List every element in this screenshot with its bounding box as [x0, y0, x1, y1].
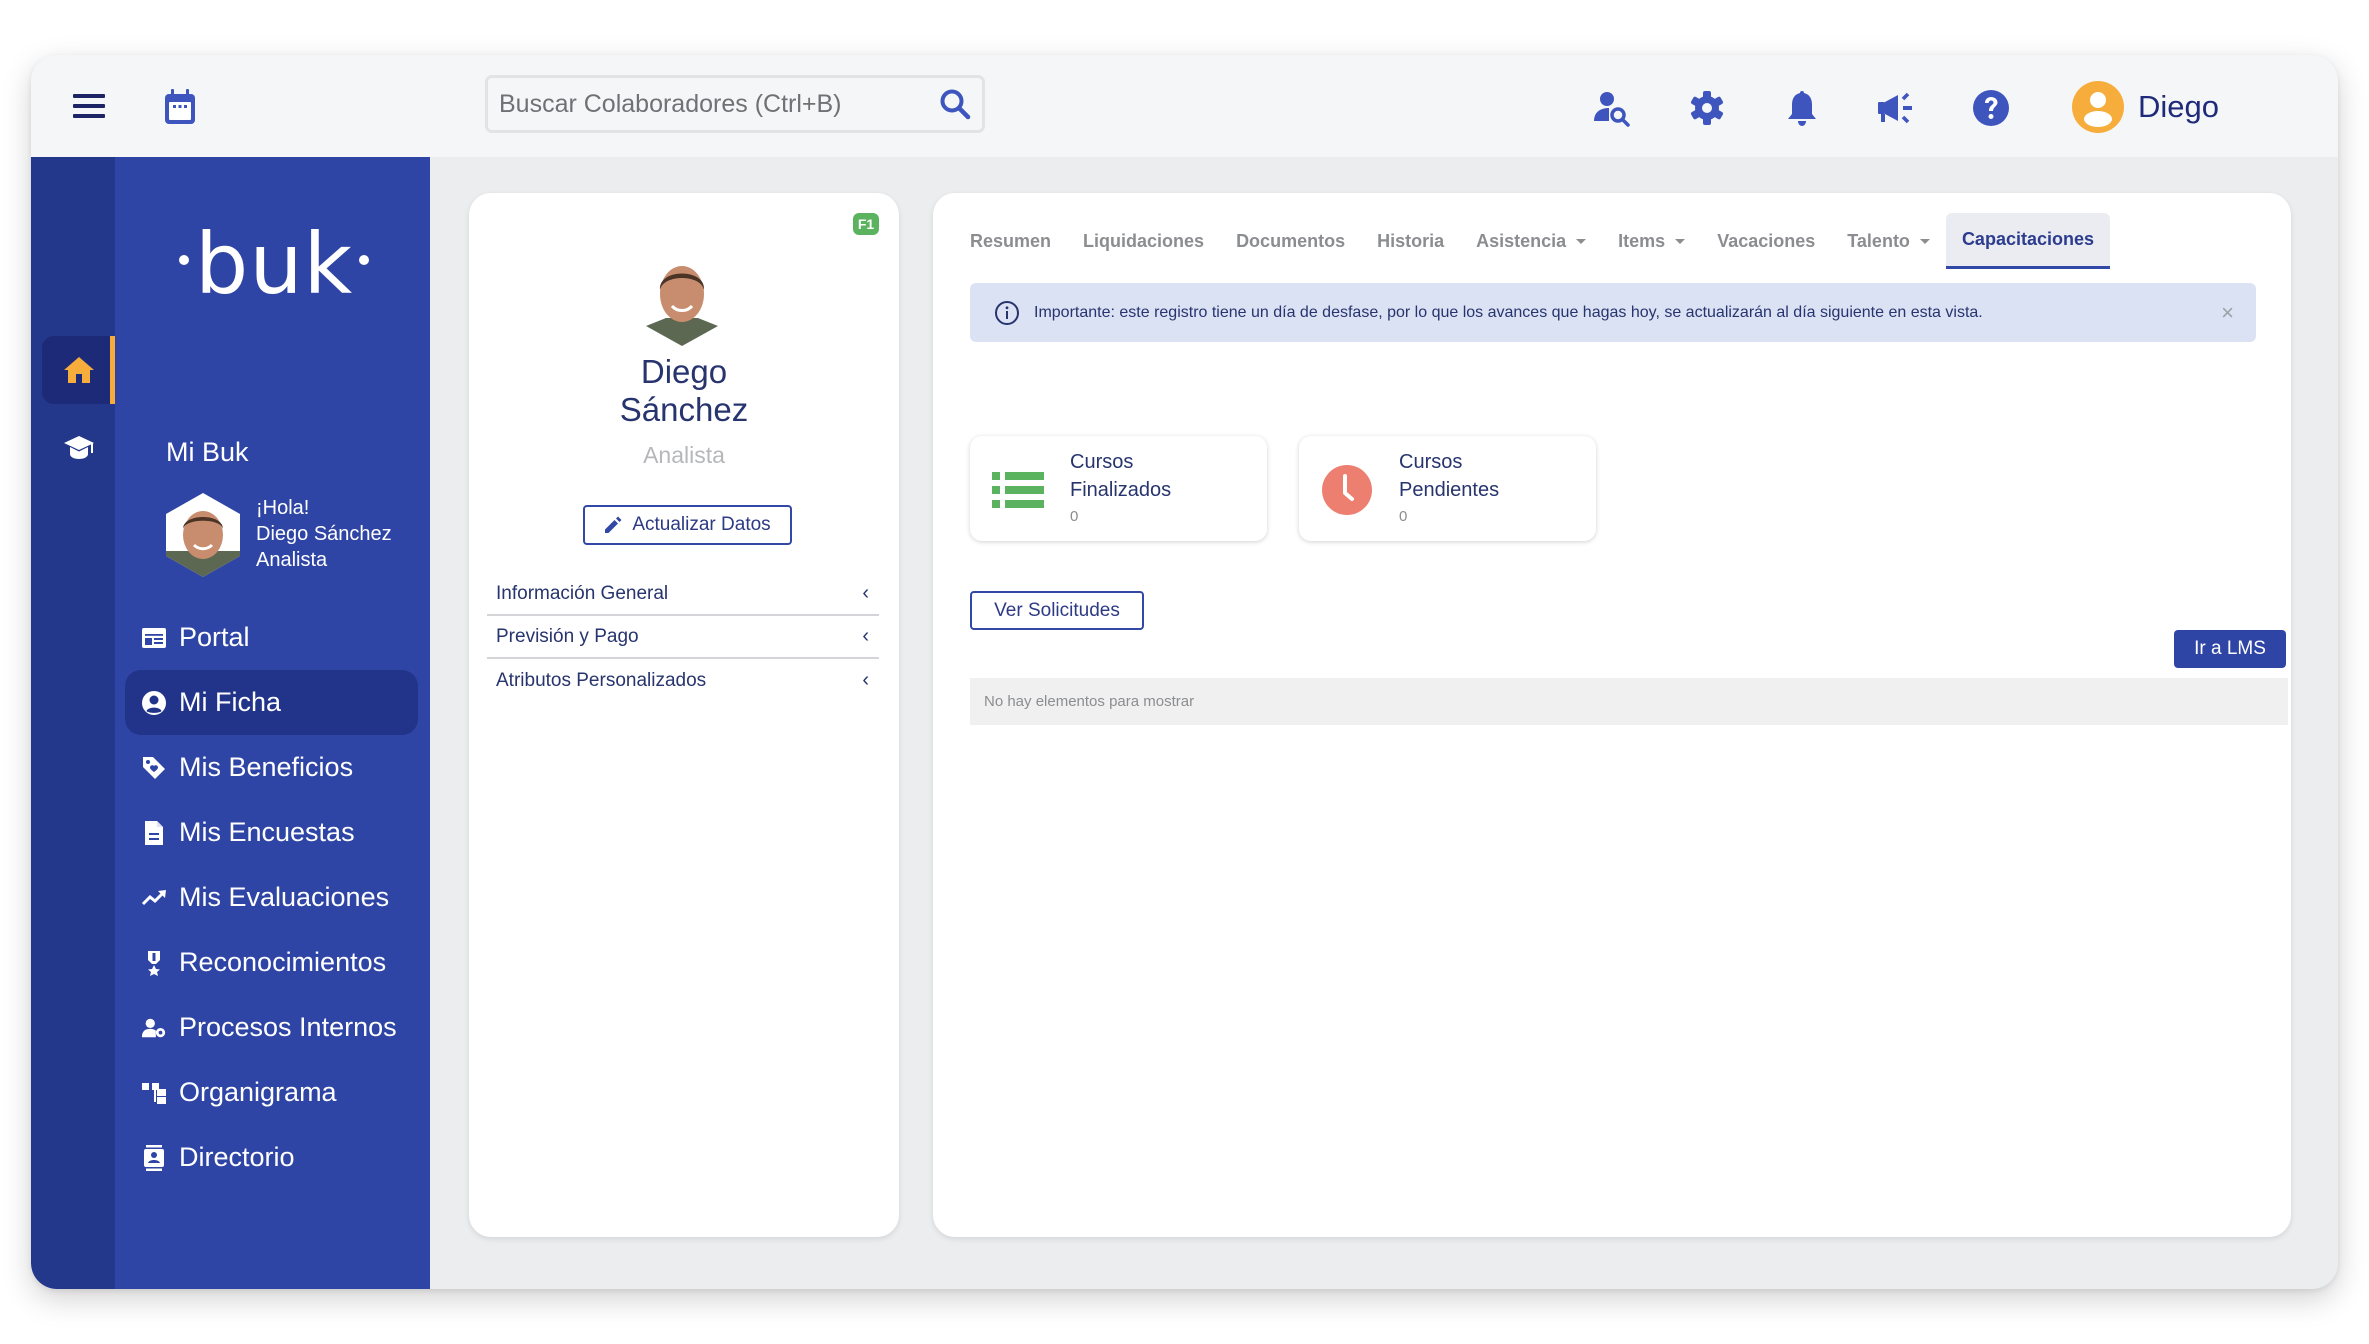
profile-role: Analista [643, 442, 725, 468]
section-atributos-personalizados[interactable]: Atributos Personalizados ‹ [487, 659, 879, 702]
sidebar-item-procesos-internos[interactable]: Procesos Internos [125, 995, 418, 1060]
list-icon [992, 472, 1044, 508]
help-icon[interactable] [1971, 88, 2011, 128]
alert-text: Importante: este registro tiene un día d… [1034, 303, 1983, 321]
f1-badge: F1 [853, 213, 879, 235]
user-gear-icon [141, 1018, 166, 1037]
tab-historia[interactable]: Historia [1361, 213, 1460, 269]
document-icon [145, 820, 163, 845]
top-header: Diego [31, 55, 2338, 157]
tab-vacaciones[interactable]: Vacaciones [1701, 213, 1831, 269]
home-icon [63, 357, 94, 383]
user-full-name: Diego Sánchez [256, 523, 392, 545]
section-title: Mi Buk [166, 437, 249, 467]
tab-resumen[interactable]: Resumen [954, 213, 1067, 269]
org-chart-icon [142, 1082, 166, 1104]
search-icon[interactable] [938, 87, 972, 121]
profile-name: Diego Sánchez [619, 353, 749, 428]
profile-card: F1 Diego Sánchez Analista Actualizar Dat… [469, 193, 899, 1237]
user-menu[interactable]: Diego [2072, 81, 2219, 133]
medal-icon [148, 950, 160, 976]
sidebar-item-portal[interactable]: Portal [125, 605, 418, 670]
sidebar-greeting: ¡Hola! Diego Sánchez Analista [256, 495, 392, 573]
sidebar-profile: ¡Hola! Diego Sánchez Analista [166, 493, 392, 577]
sidebar-item-mis-evaluaciones[interactable]: Mis Evaluaciones [125, 865, 418, 930]
chevron-left-icon: ‹ [862, 625, 869, 647]
search-box [485, 75, 985, 133]
clock-icon [1322, 465, 1372, 515]
info-icon [995, 300, 1019, 325]
sidebar-item-mi-ficha[interactable]: Mi Ficha [125, 670, 418, 735]
greeting-text: ¡Hola! [256, 497, 310, 519]
search-input[interactable] [499, 89, 938, 119]
profile-tabs: Resumen Liquidaciones Documentos Histori… [954, 213, 2110, 269]
info-alert: Importante: este registro tiene un día d… [970, 283, 2256, 342]
stat-cursos-pendientes: Cursos Pendientes 0 [1299, 436, 1596, 541]
tab-items[interactable]: Items [1602, 213, 1701, 269]
sidebar-item-organigrama[interactable]: Organigrama [125, 1060, 418, 1125]
rail-learning[interactable] [42, 413, 115, 481]
tab-talento[interactable]: Talento [1831, 213, 1946, 269]
user-role: Analista [256, 549, 328, 571]
avatar [166, 493, 240, 577]
caret-down-icon [1919, 238, 1930, 244]
contact-book-icon [144, 1144, 164, 1171]
stat-label: Cursos Finalizados [1070, 451, 1172, 501]
graduation-cap-icon [63, 436, 94, 459]
profile-photo [646, 266, 718, 346]
ver-solicitudes-button[interactable]: Ver Solicitudes [970, 591, 1144, 630]
trend-up-icon [141, 889, 166, 905]
user-search-icon[interactable] [1592, 88, 1632, 128]
sidebar-nav: Portal Mi Ficha Mis Beneficios Mis Encue… [125, 605, 418, 1190]
megaphone-icon[interactable] [1876, 88, 1916, 128]
portal-icon [142, 627, 166, 648]
tab-documentos[interactable]: Documentos [1220, 213, 1361, 269]
stat-value: 0 [1070, 508, 1079, 525]
sidebar-item-reconocimientos[interactable]: Reconocimientos [125, 930, 418, 995]
tag-heart-icon [143, 756, 165, 779]
rail-home[interactable] [42, 336, 115, 404]
app-rail [31, 157, 115, 1289]
caret-down-icon [1675, 238, 1686, 244]
app-window: Diego buk Mi Buk [31, 55, 2338, 1289]
ir-a-lms-button[interactable]: Ir a LMS [2174, 630, 2286, 668]
update-data-button[interactable]: Actualizar Datos [583, 505, 792, 545]
sidebar-item-directorio[interactable]: Directorio [125, 1125, 418, 1190]
section-prevision-pago[interactable]: Previsión y Pago ‹ [487, 616, 879, 659]
sidebar-item-mis-encuestas[interactable]: Mis Encuestas [125, 800, 418, 865]
user-circle-icon [142, 690, 166, 715]
section-informacion-general[interactable]: Información General ‹ [487, 573, 879, 616]
user-name: Diego [2138, 89, 2219, 124]
tab-capacitaciones[interactable]: Capacitaciones [1945, 213, 2110, 269]
caret-down-icon [1576, 238, 1587, 244]
stat-label: Cursos Pendientes [1399, 451, 1500, 501]
main-content-card: Resumen Liquidaciones Documentos Histori… [933, 193, 2291, 1237]
user-avatar-icon [2072, 81, 2124, 133]
bell-icon[interactable] [1782, 88, 1822, 128]
profile-sections: Información General ‹ Previsión y Pago ‹… [487, 573, 879, 702]
calendar-icon[interactable] [163, 88, 197, 126]
stat-cursos-finalizados: Cursos Finalizados 0 [970, 436, 1267, 541]
tab-asistencia[interactable]: Asistencia [1460, 213, 1602, 269]
sidebar: buk Mi Buk ¡Hola! Diego Sánchez Analista [115, 157, 430, 1289]
menu-icon[interactable] [73, 94, 105, 120]
stat-value: 0 [1399, 508, 1408, 525]
buk-logo[interactable]: buk [173, 215, 375, 313]
tab-liquidaciones[interactable]: Liquidaciones [1067, 213, 1220, 269]
close-icon[interactable]: × [2221, 300, 2234, 326]
pencil-icon [605, 516, 622, 533]
chevron-left-icon: ‹ [862, 582, 869, 604]
gear-icon[interactable] [1687, 88, 1727, 128]
empty-table-row: No hay elementos para mostrar [970, 678, 2288, 725]
chevron-left-icon: ‹ [862, 669, 869, 691]
sidebar-item-mis-beneficios[interactable]: Mis Beneficios [125, 735, 418, 800]
